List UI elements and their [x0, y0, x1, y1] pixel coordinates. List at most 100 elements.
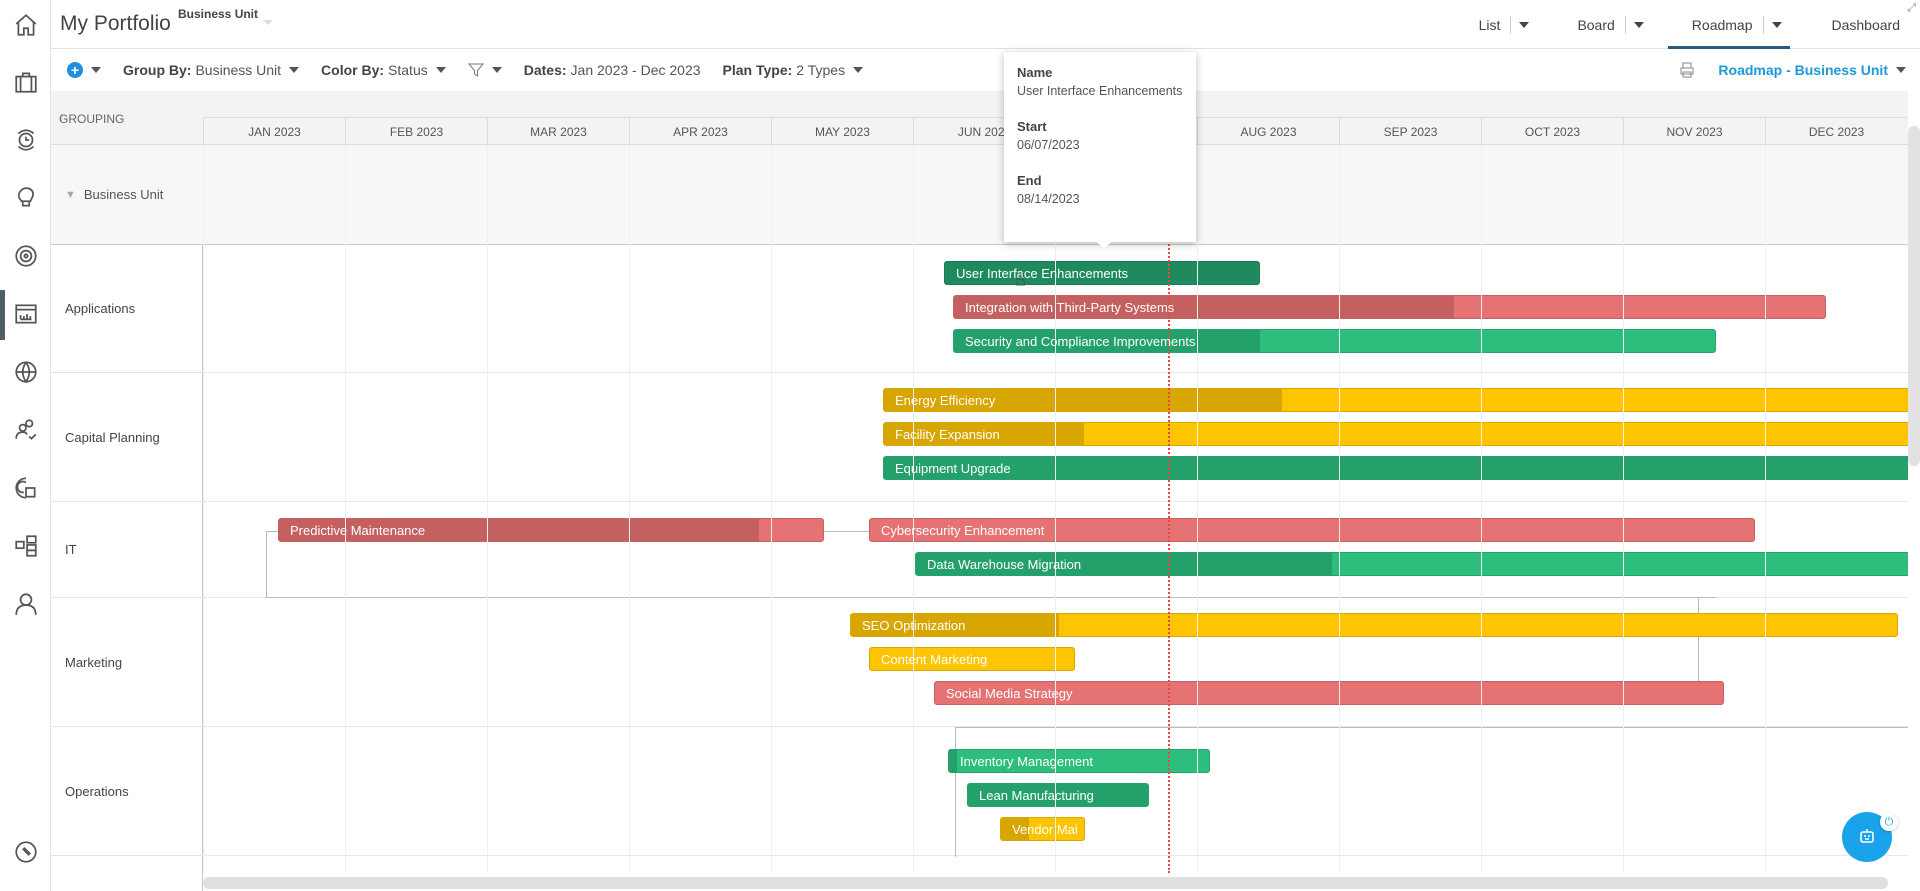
plan-type-value[interactable]: 2 Types [796, 62, 845, 78]
tab-list-label[interactable]: List [1479, 17, 1501, 33]
roadmap-bar[interactable]: Content Marketing [869, 647, 1075, 671]
month-gridline [1197, 145, 1198, 873]
grouping-header[interactable]: GROUPING ↑ [51, 91, 203, 145]
bar-label: Inventory Management [960, 753, 1093, 769]
roadmap-bar[interactable]: Integration with Third-Party Systems [953, 295, 1826, 319]
power-icon[interactable]: ⏻ [1880, 813, 1898, 831]
bar-label: Energy Efficiency [895, 392, 996, 408]
home-icon[interactable] [0, 5, 51, 45]
tab-board-label[interactable]: Board [1577, 17, 1614, 33]
bar-label: Lean Manufacturing [979, 787, 1094, 803]
chevron-down-icon[interactable] [1896, 67, 1906, 73]
month-header: NOV 2023 [1623, 117, 1765, 145]
tab-roadmap-label[interactable]: Roadmap [1692, 17, 1753, 33]
tooltip-name-label: Name [1017, 65, 1053, 80]
people-check-icon[interactable] [0, 410, 51, 450]
roadmap-bar[interactable]: Inventory Management [948, 749, 1210, 773]
roadmap-bar[interactable]: Data Warehouse Migration [915, 552, 1908, 576]
dates-dropdown[interactable]: Dates: Jan 2023 - Dec 2023 [524, 62, 701, 78]
sort-arrow-up-icon[interactable]: ↑ [59, 109, 196, 123]
filter-funnel-icon[interactable] [467, 62, 484, 78]
add-button[interactable]: + [67, 62, 101, 78]
month-gridline [1481, 145, 1482, 873]
horizontal-scrollbar[interactable] [203, 877, 1888, 889]
tab-roadmap[interactable]: Roadmap [1658, 0, 1796, 49]
month-gridline [1339, 145, 1340, 873]
globe-icon[interactable] [0, 352, 51, 392]
chevron-down-icon[interactable] [853, 67, 864, 73]
expand-icon[interactable]: ⤢ [1907, 2, 1916, 15]
chevron-down-icon[interactable]: ▼ [65, 189, 76, 201]
bar-label: User Interface Enhancements [956, 265, 1128, 281]
board-dropdown-caret-icon[interactable] [1633, 21, 1644, 28]
roadmap-bar[interactable]: Energy Efficiency [883, 388, 1908, 412]
dates-value[interactable]: Jan 2023 - Dec 2023 [571, 62, 701, 78]
roadmap-bar[interactable]: Vendor Mai [1000, 817, 1085, 841]
saved-view-dropdown[interactable]: Roadmap - Business Unit [1718, 62, 1906, 78]
group-row-marketing: Marketing [51, 598, 203, 727]
color-by-dropdown[interactable]: Color By: Status [321, 62, 446, 78]
chevron-down-icon[interactable] [289, 67, 300, 73]
roadmap-bar[interactable]: Facility Expansion [883, 422, 1908, 446]
bar-label: Content Marketing [881, 651, 988, 667]
hierarchy-icon[interactable] [0, 526, 51, 566]
group-by-dropdown[interactable]: Group By: Business Unit [123, 62, 300, 78]
month-gridline [203, 145, 204, 873]
roadmap-bar[interactable]: User Interface Enhancements [944, 261, 1260, 285]
tooltip-name-value: User Interface Enhancements [1017, 84, 1183, 98]
scope-selector-label[interactable]: Business Unit [178, 7, 258, 21]
month-gridline [913, 145, 914, 873]
month-header: SEP 2023 [1339, 117, 1481, 145]
month-gridline [487, 145, 488, 873]
roadmap-bar[interactable]: Equipment Upgrade [883, 456, 1908, 480]
month-header: MAY 2023 [771, 117, 913, 145]
roadmap-chart-icon[interactable] [0, 294, 51, 334]
dates-label: Dates: [523, 62, 567, 78]
hand-cursor-icon: ☝ [1015, 270, 1026, 290]
bar-label: Security and Compliance Improvements [965, 333, 1196, 349]
scope-chevron-down-icon[interactable] [263, 20, 273, 25]
vertical-scrollbar[interactable] [1908, 126, 1920, 466]
saved-view-name[interactable]: Roadmap - Business Unit [1718, 62, 1888, 78]
group-label: Marketing [65, 654, 123, 670]
chevron-down-icon[interactable] [491, 67, 502, 73]
group-by-value[interactable]: Business Unit [195, 62, 281, 78]
bar-progress-fill [884, 457, 1908, 479]
user-icon[interactable] [0, 584, 51, 624]
target-icon[interactable] [0, 236, 51, 276]
add-dropdown-caret-icon[interactable] [91, 67, 101, 73]
tab-dashboard-label[interactable]: Dashboard [1832, 17, 1901, 33]
month-header: JAN 2023 [203, 117, 345, 145]
tab-dashboard[interactable]: Dashboard [1796, 0, 1920, 49]
group-parent-business-unit[interactable]: ▼ Business Unit [51, 145, 203, 245]
filter-dropdown[interactable] [467, 62, 502, 78]
toolbar-right: Roadmap - Business Unit [1678, 49, 1920, 91]
compass-icon[interactable] [0, 832, 51, 872]
group-row-operations: Operations [51, 727, 203, 856]
bar-label: Equipment Upgrade [895, 460, 1011, 476]
roadmap-bar[interactable]: Social Media Strategy [934, 681, 1724, 705]
month-gridline [345, 145, 346, 873]
group-label: Applications [65, 301, 136, 316]
briefcase-icon[interactable] [0, 62, 51, 102]
report-icon[interactable] [0, 468, 51, 508]
chevron-down-icon[interactable] [435, 67, 446, 73]
roadmap-dropdown-caret-icon[interactable] [1771, 21, 1782, 28]
idea-bulb-icon[interactable] [0, 178, 51, 218]
bar-tooltip: Name User Interface Enhancements Start 0… [1004, 52, 1196, 249]
plan-type-dropdown[interactable]: Plan Type: 2 Types [723, 62, 864, 78]
print-icon[interactable] [1678, 61, 1696, 79]
tab-list[interactable]: List [1465, 0, 1544, 49]
roadmap-bar[interactable]: Security and Compliance Improvements [953, 329, 1716, 353]
tooltip-end-value: 08/14/2023 [1017, 192, 1080, 206]
tooltip-start-value: 06/07/2023 [1017, 138, 1080, 152]
tab-board[interactable]: Board [1543, 0, 1657, 49]
plus-circle-icon[interactable]: + [67, 62, 83, 78]
list-dropdown-caret-icon[interactable] [1519, 21, 1530, 28]
color-by-value[interactable]: Status [388, 62, 428, 78]
group-label: IT [65, 542, 77, 557]
timesheet-clock-icon[interactable] [0, 120, 51, 160]
roadmap-bar[interactable]: Predictive Maintenance [278, 518, 824, 542]
roadmap-bar[interactable]: Lean Manufacturing [967, 783, 1149, 807]
roadmap-bar[interactable]: SEO Optimization [850, 613, 1898, 637]
